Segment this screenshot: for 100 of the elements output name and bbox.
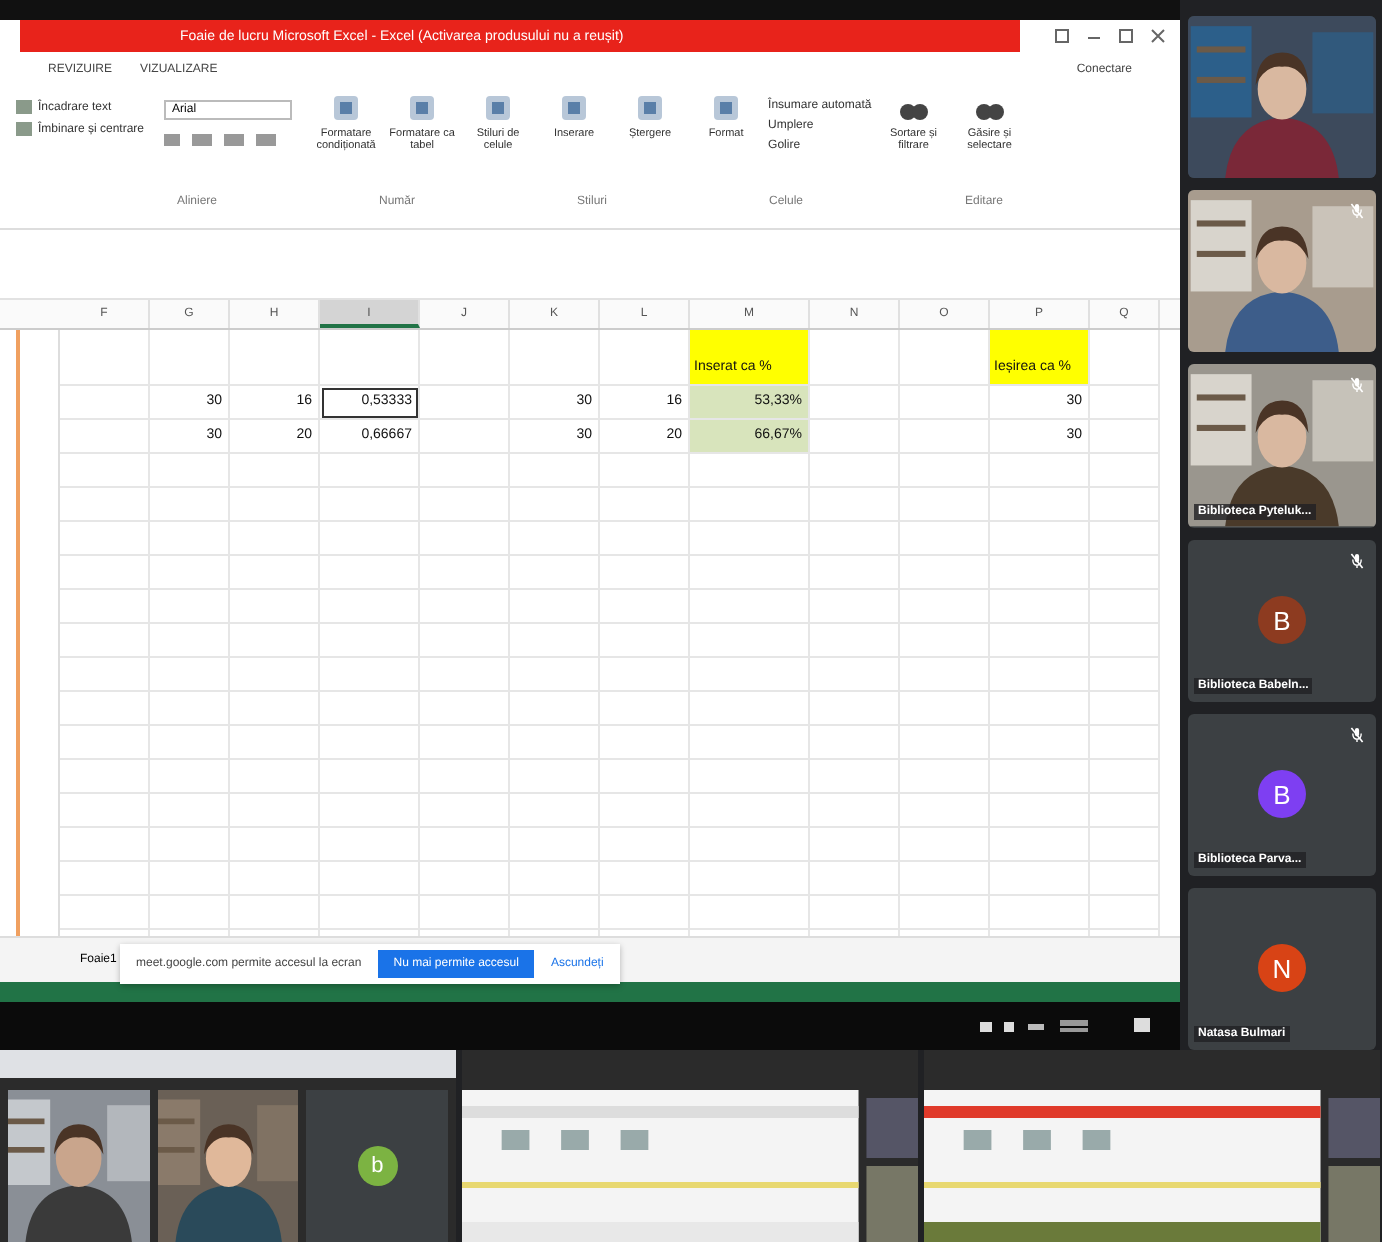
table-cell [320, 828, 420, 862]
table-cell [990, 454, 1090, 488]
table-cell [420, 828, 510, 862]
table-cell [690, 794, 810, 828]
table-cell [420, 658, 510, 692]
table-cell [510, 454, 600, 488]
table-cell [150, 590, 230, 624]
row-header[interactable] [16, 760, 60, 794]
table-cell [1090, 760, 1160, 794]
row-header[interactable] [16, 692, 60, 726]
table-cell [320, 658, 420, 692]
table-cell [420, 420, 510, 454]
table-cell [230, 760, 320, 794]
table-cell [600, 522, 690, 556]
table-cell [600, 726, 690, 760]
table-cell [320, 454, 420, 488]
notification-icon[interactable] [1132, 1016, 1152, 1036]
row-header[interactable] [16, 488, 60, 522]
table-cell [1090, 488, 1160, 522]
row-header[interactable] [16, 454, 60, 488]
table-cell [420, 590, 510, 624]
table-cell [60, 658, 150, 692]
table-cell [990, 658, 1090, 692]
table-cell [810, 794, 900, 828]
row-header[interactable] [16, 420, 60, 454]
table-cell [510, 658, 600, 692]
table-cell [420, 862, 510, 896]
table-cell [600, 556, 690, 590]
table-cell [1090, 420, 1160, 454]
table-cell [600, 624, 690, 658]
table-cell [60, 488, 150, 522]
row-header[interactable] [16, 624, 60, 658]
table-cell [600, 760, 690, 794]
table-cell [150, 556, 230, 590]
table-cell [810, 488, 900, 522]
table-cell [690, 522, 810, 556]
table-cell [320, 624, 420, 658]
table-cell [900, 454, 990, 488]
row-header[interactable] [16, 726, 60, 760]
table-cell [230, 692, 320, 726]
row-header[interactable] [16, 828, 60, 862]
table-cell [990, 488, 1090, 522]
table-cell [230, 590, 320, 624]
table-cell [150, 726, 230, 760]
table-cell [420, 692, 510, 726]
table-cell [1090, 330, 1160, 386]
row-header[interactable] [16, 330, 60, 386]
table-cell [60, 386, 150, 420]
table-cell [690, 454, 810, 488]
table-cell [510, 624, 600, 658]
table-cell [1090, 794, 1160, 828]
table-cell [60, 330, 150, 386]
table-cell [690, 760, 810, 794]
row-header[interactable] [16, 590, 60, 624]
table-cell [810, 726, 900, 760]
row-header[interactable] [16, 522, 60, 556]
row-header[interactable] [16, 896, 60, 930]
table-cell [900, 556, 990, 590]
table-cell [900, 862, 990, 896]
table-cell [150, 522, 230, 556]
table-cell [900, 590, 990, 624]
table-cell [150, 658, 230, 692]
table-cell [1090, 828, 1160, 862]
table-cell [420, 330, 510, 386]
table-cell [990, 522, 1090, 556]
table-cell [60, 624, 150, 658]
table-cell [420, 726, 510, 760]
table-cell [150, 828, 230, 862]
table-cell [810, 386, 900, 420]
table-cell [230, 896, 320, 930]
table-cell [690, 726, 810, 760]
table-cell [1090, 386, 1160, 420]
table-cell [320, 794, 420, 828]
table-cell [690, 624, 810, 658]
table-style-icon [482, 92, 515, 124]
table-cell [150, 624, 230, 658]
row-header[interactable] [16, 862, 60, 896]
row-header[interactable] [16, 386, 60, 420]
table-cell [1090, 692, 1160, 726]
table-cell [1090, 454, 1160, 488]
table-cell [600, 692, 690, 726]
table-cell [320, 522, 420, 556]
table-cell [690, 692, 810, 726]
table-cell [320, 692, 420, 726]
table-cell [510, 556, 600, 590]
table-cell [810, 522, 900, 556]
table-style-icon [710, 92, 743, 124]
table-style-icon [406, 92, 439, 124]
table-cell [150, 330, 230, 386]
table-cell [690, 488, 810, 522]
table-cell [1090, 862, 1160, 896]
table-cell [690, 862, 810, 896]
table-cell [810, 658, 900, 692]
row-header[interactable] [16, 794, 60, 828]
table-cell [60, 556, 150, 590]
avatar: N [1258, 944, 1306, 993]
row-header[interactable] [16, 556, 60, 590]
row-header[interactable] [16, 658, 60, 692]
table-cell [690, 896, 810, 930]
table-cell [510, 896, 600, 930]
